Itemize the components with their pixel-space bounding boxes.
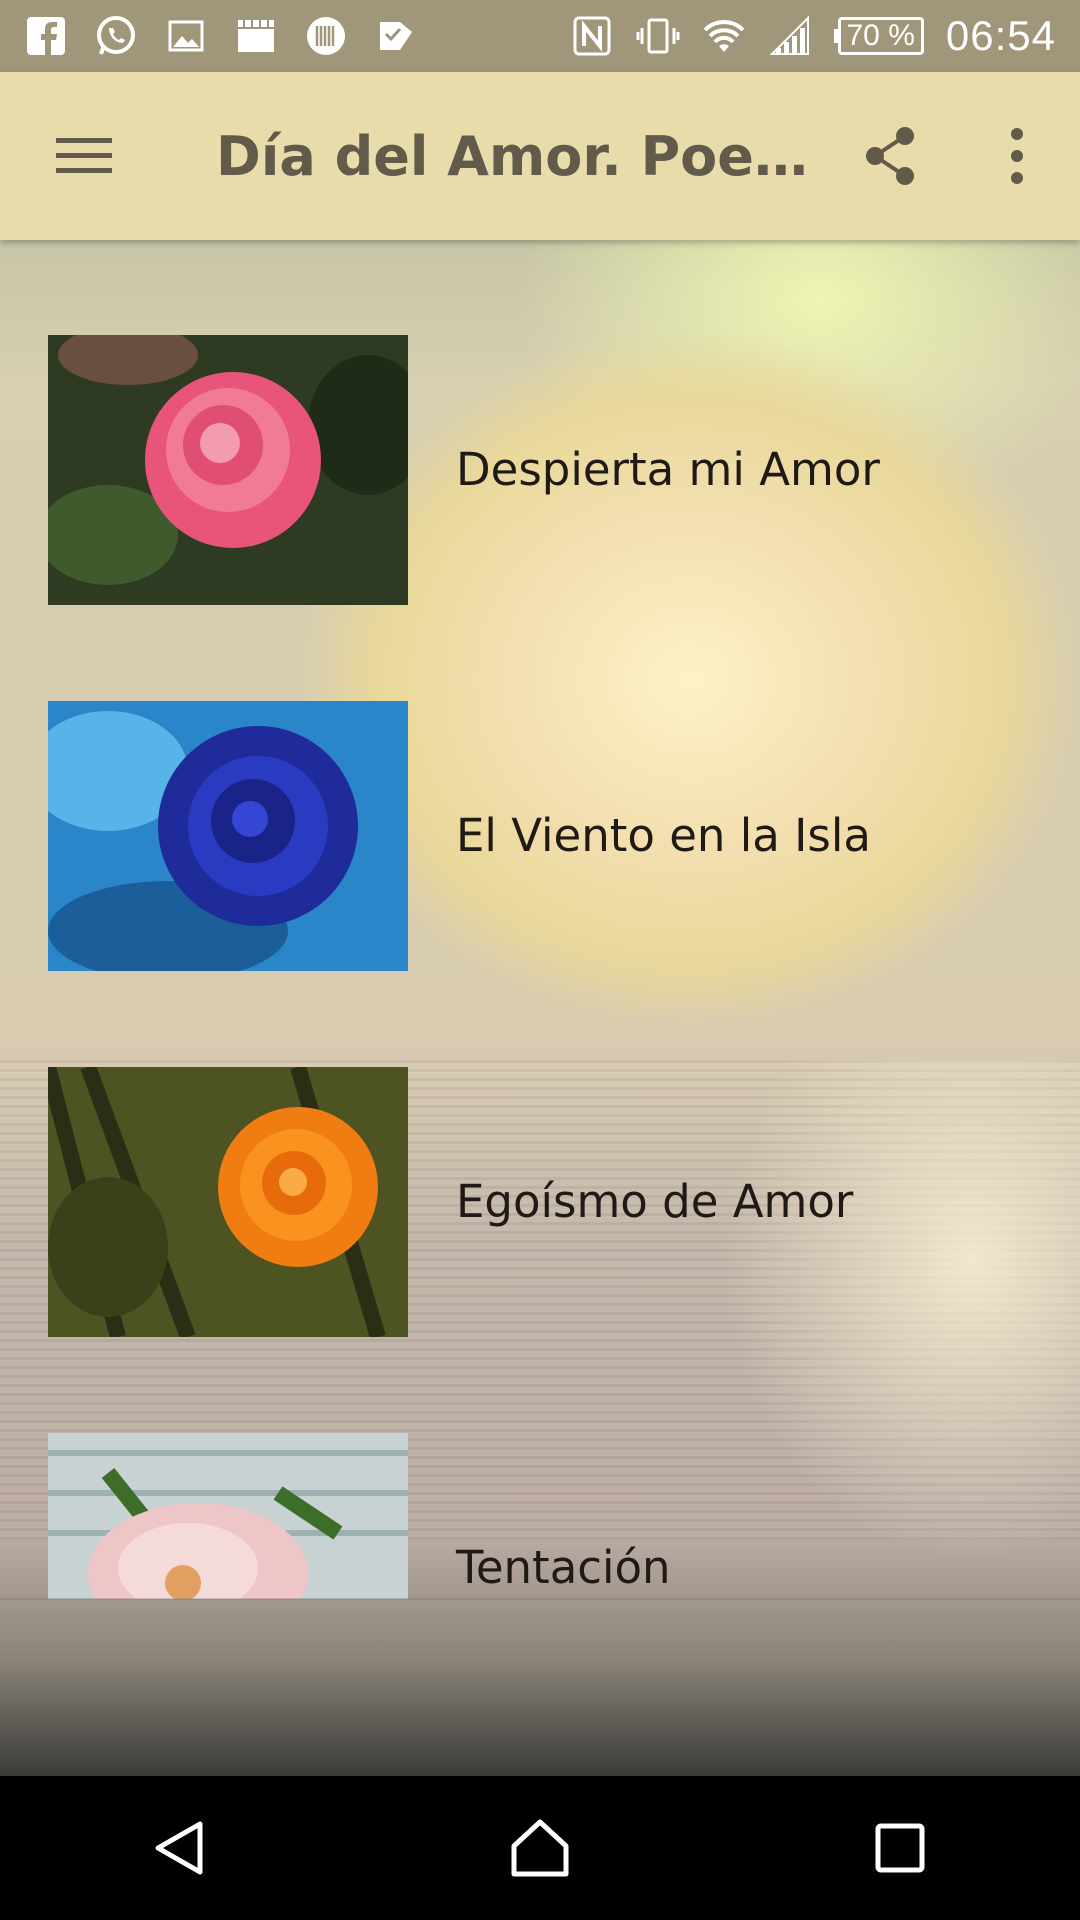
home-icon [511,1819,569,1877]
signal-icon [768,14,812,58]
clapperboard-icon [234,14,278,58]
poem-title: Despierta mi Amor [456,443,880,496]
back-triangle-icon [155,1821,203,1875]
page-title: Día del Amor. Poem… [216,124,828,188]
poem-title: Egoísmo de Amor [456,1175,854,1228]
barcode-icon [304,14,348,58]
recents-square-icon [875,1823,925,1873]
list-item[interactable]: El Viento en la Isla [0,701,1080,971]
app-bar: Día del Amor. Poem… [0,72,1080,240]
status-bar: 70 % 06:54 [0,0,1080,72]
share-button[interactable] [828,72,954,240]
battery-indicator: 70 % [833,17,924,55]
poem-thumbnail-blue-rose [48,701,408,971]
battery-level: 70 % [837,17,924,55]
hamburger-menu-button[interactable] [0,72,168,240]
poem-title: El Viento en la Isla [456,809,871,862]
list-item[interactable]: Despierta mi Amor [0,335,1080,605]
poem-title: Tentación [456,1541,671,1594]
back-button[interactable] [90,1776,270,1920]
system-icons: 70 % 06:54 [570,12,1057,60]
facebook-icon [24,14,68,58]
whatsapp-icon [94,14,138,58]
share-icon [866,127,914,185]
list-bottom-divider [0,1598,1080,1600]
notification-icons [24,14,418,58]
poem-thumbnail-white-pink-rose [48,1433,408,1599]
poem-list-area[interactable]: Despierta mi Amor El Viento en la Isla E… [0,240,1080,1776]
check-mail-icon [374,14,418,58]
gallery-icon [164,14,208,58]
navigation-bar [0,1776,1080,1920]
vibrate-icon [636,14,680,58]
poem-thumbnail-pink-rose [48,335,408,605]
list-item[interactable]: Tentación [0,1433,1080,1703]
recents-button[interactable] [810,1776,990,1920]
list-item[interactable]: Egoísmo de Amor [0,1067,1080,1337]
clock: 06:54 [945,12,1056,59]
hamburger-menu-icon [56,138,112,173]
wifi-icon [702,14,746,58]
home-button[interactable] [450,1776,630,1920]
overflow-menu-button[interactable] [954,72,1080,240]
nfc-icon [570,14,614,58]
poem-thumbnail-orange-rose [48,1067,408,1337]
more-vert-icon [1011,128,1023,184]
